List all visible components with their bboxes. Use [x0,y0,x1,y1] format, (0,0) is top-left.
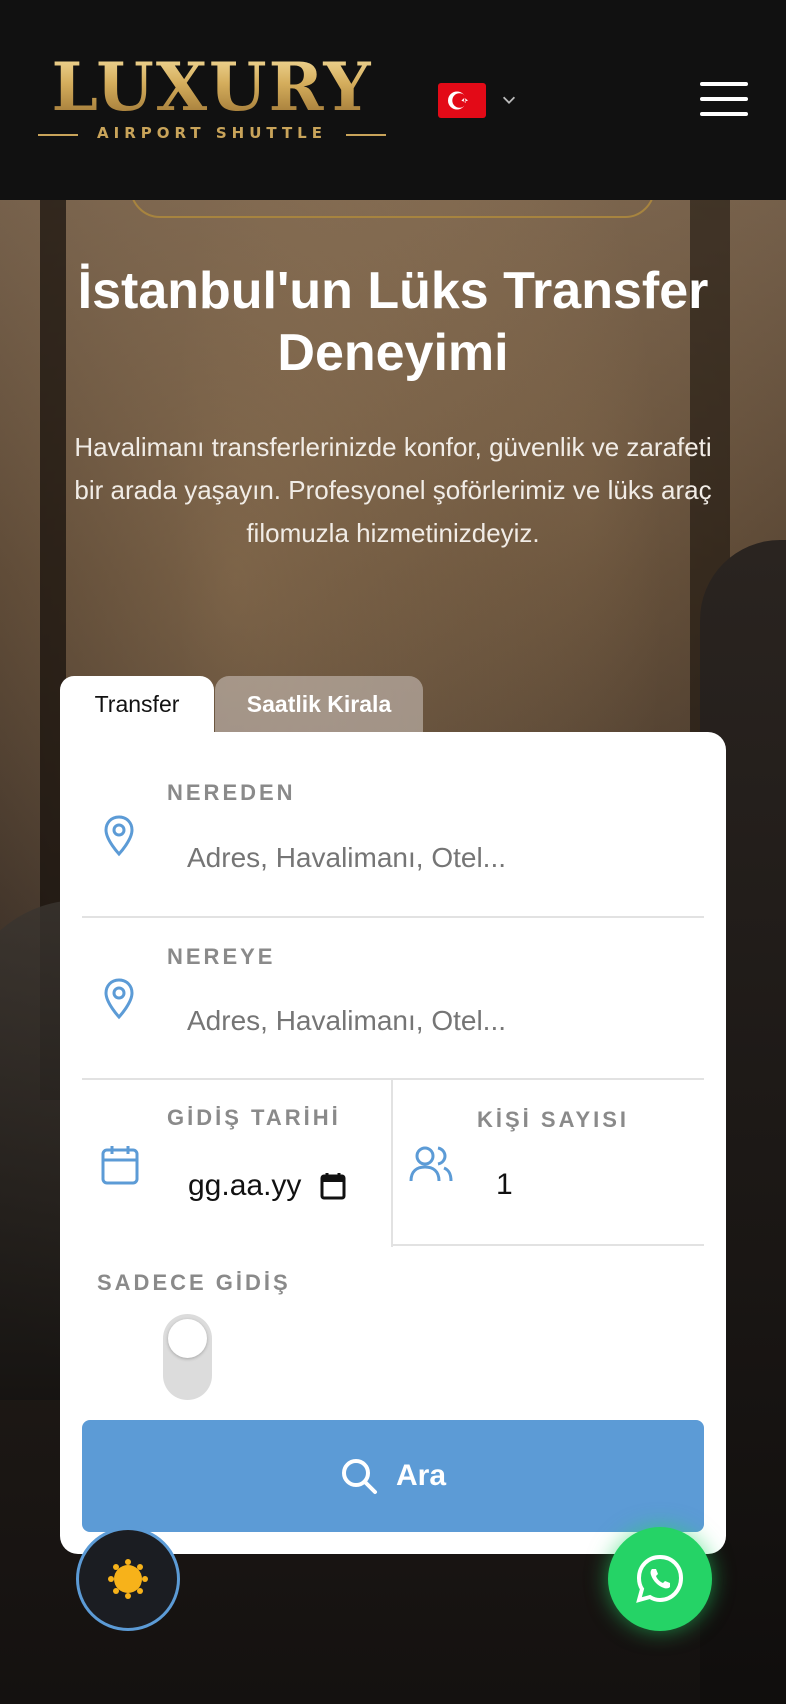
toggle-knob [168,1319,207,1358]
passengers-input[interactable]: 1 [496,1168,646,1208]
logo-subtitle: AIRPORT SHUTTLE [97,124,327,142]
site-header: LUXURY AIRPORT SHUTTLE [0,0,786,200]
hero-title: İstanbul'un Lüks Transfer Deneyimi [77,262,709,382]
to-label: NEREYE [167,944,276,969]
date-picker-icon[interactable] [320,1172,346,1200]
sun-icon [108,1559,148,1599]
menu-button[interactable] [700,82,748,116]
passengers-label: KİŞİ SAYISI [477,1107,630,1132]
from-input[interactable] [187,836,667,880]
hero-badge-frame [130,200,655,218]
divider [82,916,704,918]
tab-hourly-rental[interactable]: Saatlik Kirala [215,676,423,732]
calendar-icon [101,1146,139,1185]
divider [393,1244,704,1246]
date-input[interactable]: gg.aa.yy [188,1166,353,1206]
logo-title: LUXURY [38,52,386,122]
location-pin-icon [104,815,134,857]
turkey-flag-icon [438,82,486,118]
one-way-toggle[interactable] [163,1314,212,1400]
language-selector[interactable] [438,82,518,118]
hamburger-icon [700,82,748,86]
search-icon [341,1459,377,1494]
theme-toggle-button[interactable] [76,1527,180,1631]
divider [82,1078,704,1080]
to-input[interactable] [187,999,667,1043]
date-label: GİDİŞ TARİHİ [167,1105,341,1130]
divider [391,1079,393,1247]
hero-description: Havalimanı transferlerinizde konfor, güv… [74,432,712,548]
logo[interactable]: LUXURY AIRPORT SHUTTLE [38,52,386,147]
whatsapp-button[interactable] [608,1527,712,1631]
from-label: NEREDEN [167,780,296,805]
tab-transfer[interactable]: Transfer [60,676,214,732]
one-way-label: SADECE GİDİŞ [97,1270,291,1295]
search-button[interactable]: Ara [82,1420,704,1532]
chevron-down-icon [502,96,516,104]
location-pin-icon [104,978,134,1020]
whatsapp-icon [636,1554,684,1603]
users-icon [409,1146,453,1182]
search-button-label: Ara [395,1459,447,1492]
date-value: gg.aa.yy [188,1169,302,1202]
